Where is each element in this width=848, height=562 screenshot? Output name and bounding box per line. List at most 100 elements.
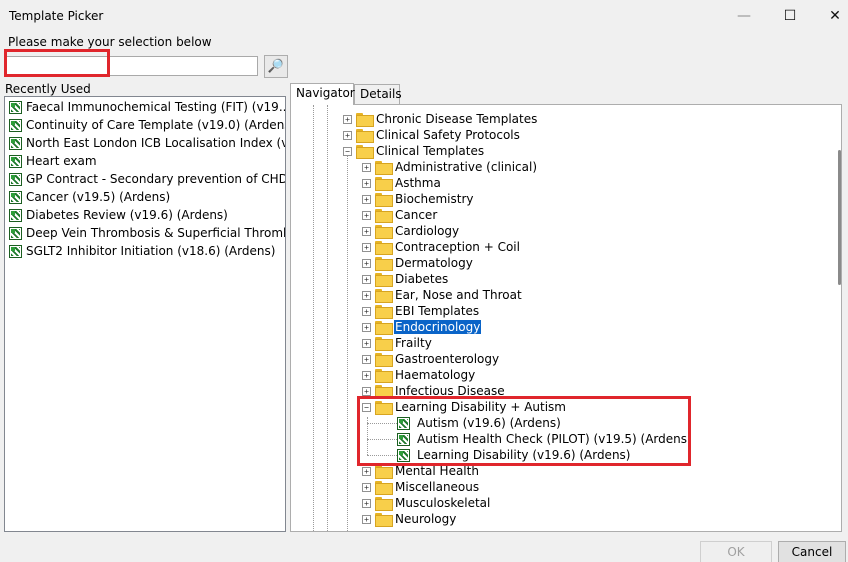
expand-icon[interactable]: + [362,322,371,332]
tree-item-asthma[interactable]: + Asthma [362,175,442,191]
recent-item-label: Diabetes Review (v19.6) (Ardens) [26,208,228,222]
expand-icon[interactable]: + [362,258,371,268]
tab-navigator[interactable]: Navigator [290,83,355,105]
tree-item-label: Haematology [395,368,476,382]
expand-icon[interactable]: + [362,386,371,396]
template-icon [397,448,410,462]
recent-item[interactable]: Heart exam [9,152,97,170]
tree-item-learning-disability-autism[interactable]: − Learning Disability + Autism [362,399,567,415]
tree-item-administrative-clinical[interactable]: + Administrative (clinical) [362,159,538,175]
tree-item-miscellaneous[interactable]: + Miscellaneous [362,479,480,495]
collapse-icon[interactable]: − [343,146,352,156]
tab-details[interactable]: Details [354,84,402,105]
expand-icon[interactable]: + [362,162,371,172]
tree-scroll-thumb[interactable] [838,150,841,285]
expand-icon[interactable]: + [362,210,371,220]
tree-item-clinical-templates[interactable]: − Clinical Templates [343,143,485,159]
folder-icon [375,481,393,495]
cancel-button[interactable]: Cancel [778,541,846,562]
tree-item-clinical-safety-protocols[interactable]: + Clinical Safety Protocols [343,127,521,143]
tree-item-musculoskeletal[interactable]: + Musculoskeletal [362,495,491,511]
recent-item[interactable]: GP Contract - Secondary prevention of CH… [9,170,286,188]
tree-item-cardiology[interactable]: + Cardiology [362,223,460,239]
tree-item-haematology[interactable]: + Haematology [362,367,476,383]
collapse-icon[interactable]: − [362,402,371,412]
tree-item-label: Frailty [395,336,432,350]
recent-item[interactable]: Deep Vein Thrombosis & Superficial Throm… [9,224,286,242]
search-input[interactable] [6,56,258,76]
minimize-button[interactable]: — [732,4,756,28]
tree-item-neurology[interactable]: + Neurology [362,511,457,527]
tree-item-dermatology[interactable]: + Dermatology [362,255,474,271]
expand-icon[interactable]: + [362,306,371,316]
tree-item-autism[interactable]: Autism (v19.6) (Ardens) [397,415,562,431]
search-button[interactable]: 🔎 [264,55,288,78]
tree-line [367,423,397,424]
folder-icon [375,305,393,319]
expand-icon[interactable]: + [362,178,371,188]
recent-item[interactable]: North East London ICB Localisation Index… [9,134,285,152]
tree-item-cancer[interactable]: + Cancer [362,207,438,223]
template-icon [9,154,22,168]
template-icon [9,208,22,222]
folder-icon [375,241,393,255]
folder-icon [375,273,393,287]
tree-item-contraception-coil[interactable]: + Contraception + Coil [362,239,521,255]
tree-item-biochemistry[interactable]: + Biochemistry [362,191,475,207]
expand-icon[interactable]: + [362,370,371,380]
expand-icon[interactable]: + [362,514,371,524]
tree-item-label: EBI Templates [395,304,480,318]
ok-button[interactable]: OK [700,541,772,562]
folder-icon [375,321,393,335]
tree-item-autism-health-check[interactable]: Autism Health Check (PILOT) (v19.5) (Ard… [397,431,693,447]
expand-icon[interactable]: + [362,290,371,300]
expand-icon[interactable]: + [362,194,371,204]
expand-icon[interactable]: + [362,498,371,508]
expand-icon[interactable]: + [362,338,371,348]
folder-icon [375,385,393,399]
tree-item-ebi-templates[interactable]: + EBI Templates [362,303,480,319]
tree-line [313,105,314,531]
folder-icon [356,113,374,127]
tree-item-mental-health[interactable]: + Mental Health [362,463,480,479]
tree-item-label: Gastroenterology [395,352,500,366]
recent-item[interactable]: SGLT2 Inhibitor Initiation (v18.6) (Arde… [9,242,275,260]
tree-item-label: Chronic Disease Templates [376,112,538,126]
tree-item-label: Biochemistry [395,192,474,206]
tree-item-label: Clinical Safety Protocols [376,128,520,142]
close-button[interactable]: ✕ [823,4,847,28]
recent-item-label: Deep Vein Thrombosis & Superficial Throm… [26,226,286,240]
tree-item-chronic-disease-templates[interactable]: + Chronic Disease Templates [343,111,538,127]
recent-item[interactable]: Faecal Immunochemical Testing (FIT) (v19… [9,98,285,116]
expand-icon[interactable]: + [343,114,352,124]
expand-icon[interactable]: + [362,242,371,252]
expand-icon[interactable]: + [343,130,352,140]
tree-item-endocrinology[interactable]: + Endocrinology [362,319,482,335]
folder-icon [356,129,374,143]
template-icon [9,100,22,114]
expand-icon[interactable]: + [362,274,371,284]
tree-item-gastroenterology[interactable]: + Gastroenterology [362,351,500,367]
recent-item[interactable]: Continuity of Care Template (v19.0) (Ard… [9,116,285,134]
tree-item-ear-nose-throat[interactable]: + Ear, Nose and Throat [362,287,523,303]
expand-icon[interactable]: + [362,226,371,236]
tree-item-label: Autism (v19.6) (Ardens) [417,416,561,430]
tree-item-label-selected: Endocrinology [394,320,482,334]
tree-item-frailty[interactable]: + Frailty [362,335,433,351]
folder-icon [375,337,393,351]
folder-icon [375,177,393,191]
tree-line [327,105,328,531]
recent-item-label: GP Contract - Secondary prevention of CH… [26,172,286,186]
recent-item[interactable]: Cancer (v19.5) (Ardens) [9,188,170,206]
expand-icon[interactable]: + [362,354,371,364]
expand-icon[interactable]: + [362,466,371,476]
maximize-button[interactable]: ☐ [778,4,802,28]
expand-icon[interactable]: + [362,482,371,492]
tree-item-infectious-disease[interactable]: + Infectious Disease [362,383,506,399]
tree-item-learning-disability[interactable]: Learning Disability (v19.6) (Ardens) [397,447,631,463]
recently-used-list: Faecal Immunochemical Testing (FIT) (v19… [4,96,286,532]
selection-prompt: Please make your selection below [8,35,212,49]
tree-item-diabetes[interactable]: + Diabetes [362,271,449,287]
recent-item[interactable]: Diabetes Review (v19.6) (Ardens) [9,206,228,224]
folder-icon [375,465,393,479]
